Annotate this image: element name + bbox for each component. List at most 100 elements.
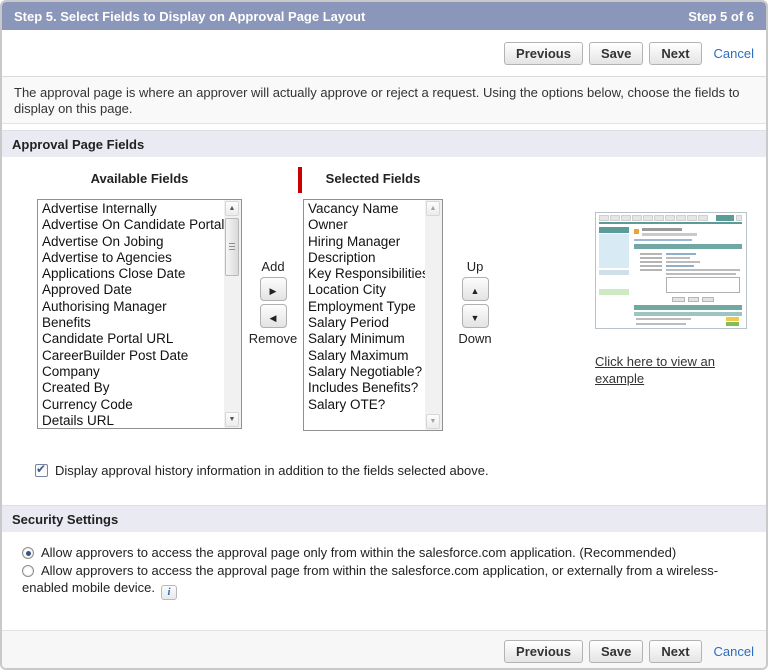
thumbnail-decoration bbox=[666, 273, 736, 275]
next-button[interactable]: Next bbox=[649, 640, 701, 663]
selected-scrollbar[interactable] bbox=[425, 200, 442, 430]
selected-fields-items: Vacancy NameOwnerHiring ManagerDescripti… bbox=[304, 200, 425, 430]
scrollbar-down-button[interactable] bbox=[426, 414, 440, 429]
listbox-option[interactable]: Salary Maximum bbox=[304, 348, 425, 364]
listbox-option[interactable]: Advertise On Jobing bbox=[38, 234, 224, 250]
listbox-option[interactable]: Salary Minimum bbox=[304, 331, 425, 347]
up-label: Up bbox=[467, 259, 484, 274]
thumbnail-decoration bbox=[599, 234, 629, 268]
thumbnail-decoration bbox=[688, 297, 699, 302]
security-option-internal: Allow approvers to access the approval p… bbox=[22, 544, 754, 562]
wizard-window: Step 5. Select Fields to Display on Appr… bbox=[0, 0, 768, 670]
left-arrow-icon bbox=[270, 309, 277, 324]
thumbnail-decoration bbox=[736, 215, 742, 221]
thumbnail-decoration bbox=[702, 297, 714, 302]
listbox-option[interactable]: Key Responsibilities bbox=[304, 266, 425, 282]
next-button[interactable]: Next bbox=[649, 42, 701, 65]
listbox-option[interactable]: Benefits bbox=[38, 315, 224, 331]
thumbnail-decoration bbox=[654, 215, 664, 221]
info-icon[interactable]: i bbox=[161, 585, 177, 600]
down-button[interactable] bbox=[462, 304, 489, 328]
required-field-bar bbox=[298, 167, 302, 193]
scrollbar-up-button[interactable] bbox=[426, 201, 440, 216]
security-option-label: Allow approvers to access the approval p… bbox=[41, 545, 676, 560]
thumbnail-decoration bbox=[599, 289, 629, 295]
thumbnail-decoration bbox=[599, 227, 629, 233]
section-header-approval-page-fields: Approval Page Fields bbox=[2, 130, 766, 157]
scrollbar-up-button[interactable] bbox=[225, 201, 239, 216]
security-option-mobile: Allow approvers to access the approval p… bbox=[22, 562, 754, 601]
available-fields-listbox[interactable]: Advertise InternallyAdvertise On Candida… bbox=[37, 199, 242, 429]
listbox-option[interactable]: Authorising Manager bbox=[38, 299, 224, 315]
listbox-option[interactable]: Approved Date bbox=[38, 282, 224, 298]
listbox-option[interactable]: CareerBuilder Post Date bbox=[38, 348, 224, 364]
listbox-option[interactable]: Vacancy Name bbox=[304, 201, 425, 217]
scrollbar-down-button[interactable] bbox=[225, 412, 239, 427]
listbox-option[interactable]: Salary OTE? bbox=[304, 397, 425, 413]
bottom-button-row: Previous Save Next Cancel bbox=[2, 630, 766, 670]
available-scrollbar[interactable] bbox=[224, 200, 241, 428]
listbox-option[interactable]: Location City bbox=[304, 282, 425, 298]
listbox-option[interactable]: Details URL bbox=[38, 413, 224, 428]
scrollbar-thumb[interactable] bbox=[225, 218, 239, 276]
view-example-link[interactable]: Click here to view an example bbox=[595, 353, 745, 387]
down-arrow-icon bbox=[471, 309, 480, 324]
listbox-option[interactable]: Salary Negotiable? bbox=[304, 364, 425, 380]
thumbnail-decoration bbox=[621, 215, 631, 221]
thumbnail-decoration bbox=[599, 215, 609, 221]
listbox-option[interactable]: Owner bbox=[304, 217, 425, 233]
listbox-option[interactable]: Employment Type bbox=[304, 299, 425, 315]
section-header-security-settings: Security Settings bbox=[2, 505, 766, 532]
thumbnail-decoration bbox=[672, 297, 685, 302]
thumbnail-decoration bbox=[640, 265, 662, 267]
thumbnail-decoration bbox=[599, 270, 629, 275]
thumbnail-decoration bbox=[636, 318, 691, 320]
listbox-option[interactable]: Advertise On Candidate Portal bbox=[38, 217, 224, 233]
cancel-link[interactable]: Cancel bbox=[714, 46, 754, 61]
listbox-option[interactable]: Company bbox=[38, 364, 224, 380]
listbox-option[interactable]: Candidate Portal URL bbox=[38, 331, 224, 347]
listbox-option[interactable]: Salary Period bbox=[304, 315, 425, 331]
remove-button[interactable] bbox=[260, 304, 287, 328]
selected-fields-listbox[interactable]: Vacancy NameOwnerHiring ManagerDescripti… bbox=[303, 199, 443, 431]
listbox-option[interactable]: Includes Benefits? bbox=[304, 380, 425, 396]
add-button[interactable] bbox=[260, 277, 287, 301]
cancel-link[interactable]: Cancel bbox=[714, 644, 754, 659]
remove-label: Remove bbox=[249, 331, 297, 346]
thumbnail-decoration bbox=[666, 265, 694, 267]
listbox-option[interactable]: Advertise Internally bbox=[38, 201, 224, 217]
save-button[interactable]: Save bbox=[589, 42, 643, 65]
thumbnail-decoration bbox=[599, 222, 742, 224]
thumbnail-decoration bbox=[726, 317, 739, 321]
listbox-option[interactable]: Description bbox=[304, 250, 425, 266]
step-indicator: Step 5 of 6 bbox=[688, 9, 754, 24]
add-remove-controls: Add Remove bbox=[250, 259, 296, 346]
thumbnail-decoration bbox=[666, 269, 740, 271]
thumbnail-decoration bbox=[640, 269, 662, 271]
thumbnail-decoration bbox=[634, 305, 742, 310]
save-button[interactable]: Save bbox=[589, 640, 643, 663]
approval-history-row: Display approval history information in … bbox=[35, 463, 489, 478]
thumbnail-decoration bbox=[640, 257, 662, 259]
thumbnail-decoration bbox=[634, 312, 742, 316]
previous-button[interactable]: Previous bbox=[504, 42, 583, 65]
approval-history-checkbox[interactable] bbox=[35, 464, 48, 477]
listbox-option[interactable]: Hiring Manager bbox=[304, 234, 425, 250]
thumbnail-decoration bbox=[642, 233, 697, 236]
down-label: Down bbox=[458, 331, 491, 346]
listbox-option[interactable]: Created By bbox=[38, 380, 224, 396]
previous-button[interactable]: Previous bbox=[504, 640, 583, 663]
add-label: Add bbox=[261, 259, 284, 274]
thumbnail-decoration bbox=[610, 215, 620, 221]
spacer bbox=[2, 497, 766, 505]
listbox-option[interactable]: Advertise to Agencies bbox=[38, 250, 224, 266]
radio-mobile-allowed[interactable] bbox=[22, 565, 34, 577]
thumbnail-decoration bbox=[666, 261, 700, 263]
selected-fields-label: Selected Fields bbox=[303, 171, 443, 186]
thumbnail-decoration bbox=[634, 239, 692, 241]
up-button[interactable] bbox=[462, 277, 489, 301]
listbox-option[interactable]: Applications Close Date bbox=[38, 266, 224, 282]
listbox-option[interactable]: Currency Code bbox=[38, 397, 224, 413]
thumbnail-decoration bbox=[640, 261, 662, 263]
radio-internal-only[interactable] bbox=[22, 547, 34, 559]
